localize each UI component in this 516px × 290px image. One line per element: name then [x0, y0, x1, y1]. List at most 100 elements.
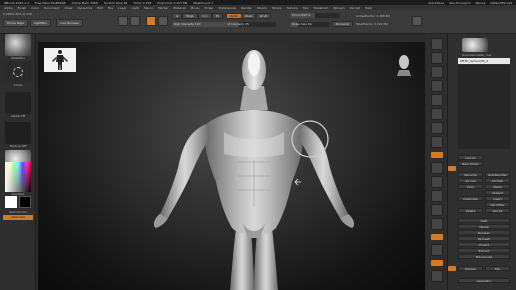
del-other-button[interactable]: Del Other — [485, 202, 510, 207]
floor-icon[interactable] — [431, 136, 443, 148]
menu-zscript[interactable]: Zscript — [350, 6, 360, 10]
merge-menu[interactable]: Merge — [458, 224, 510, 229]
menu-color[interactable]: Color — [31, 6, 39, 10]
menu-transform[interactable]: Transform — [313, 6, 328, 10]
flip-button[interactable]: Flip — [485, 266, 510, 271]
rename-button[interactable]: Rename — [458, 172, 483, 177]
menu-preferences[interactable]: Preferences — [218, 6, 236, 10]
dynamic-subdiv-toggle[interactable] — [448, 266, 456, 271]
menu-texture[interactable]: Texture — [287, 6, 298, 10]
frame-icon[interactable] — [431, 176, 443, 188]
local-icon[interactable] — [431, 152, 443, 158]
menu-alpha[interactable]: Alpha — [4, 6, 13, 10]
new-folder-button[interactable]: New Folder — [458, 161, 483, 166]
zoom-view-icon[interactable] — [431, 204, 443, 216]
insert-button[interactable]: Insert — [485, 196, 510, 201]
extract-menu[interactable]: Extract — [458, 248, 510, 253]
dynamic-button[interactable]: Dynamic — [332, 21, 354, 27]
append-button[interactable]: Append — [485, 190, 510, 195]
menu-movie[interactable]: Movie — [191, 6, 200, 10]
xyz-icon[interactable] — [431, 162, 443, 174]
menu-help[interactable]: Help — [365, 6, 372, 10]
menu-document[interactable]: Document — [44, 6, 60, 10]
stroke-thumbnail[interactable] — [5, 61, 31, 83]
xpose-icon[interactable] — [431, 270, 443, 282]
project-menu[interactable]: Project — [458, 242, 510, 247]
menu-stencil[interactable]: Stencil — [257, 6, 267, 10]
move-icon[interactable] — [146, 16, 156, 26]
alpha-thumbnail[interactable] — [5, 92, 31, 114]
geometry-menu[interactable]: Geometry — [458, 278, 510, 283]
copy-button[interactable]: Copy — [458, 184, 483, 189]
scale-icon[interactable] — [158, 16, 168, 26]
draw-size-slider[interactable]: Draw Size 64 — [290, 22, 330, 27]
menu-picker[interactable]: Picker — [205, 6, 214, 10]
menu-edit[interactable]: Edit — [97, 6, 103, 10]
tool-thumbnail[interactable] — [462, 38, 488, 52]
menu-zplugin[interactable]: Zplugin — [333, 6, 344, 10]
all-low-button[interactable]: All Low — [458, 178, 483, 183]
zsub-toggle[interactable]: Zsub — [241, 13, 257, 19]
duplicate-button[interactable]: Duplicate — [458, 196, 483, 201]
menu-draw[interactable]: Draw — [65, 6, 73, 10]
z-intensity-slider[interactable]: Z Intensity 25 — [226, 22, 276, 27]
main-color-swatch[interactable] — [5, 196, 17, 208]
focal-shift-slider[interactable]: Focal Shift 0 — [290, 13, 340, 18]
delete-button[interactable]: Delete — [458, 208, 483, 213]
subtool-row-active[interactable]: PM3D_Sphere3D_2 — [458, 58, 510, 64]
menu-marker[interactable]: Marker — [158, 6, 168, 10]
menu-render[interactable]: Render — [241, 6, 252, 10]
mrgb-toggle[interactable]: Mrgb — [182, 13, 198, 19]
subtool-toggle[interactable] — [448, 166, 456, 171]
secondary-color-swatch[interactable] — [19, 196, 31, 208]
switch-color-label[interactable]: SwitchColor — [0, 210, 36, 214]
actual-icon[interactable] — [431, 94, 443, 106]
polyf-icon[interactable] — [431, 234, 443, 240]
canvas-viewport[interactable] — [38, 42, 425, 290]
list-all-button[interactable]: List All — [458, 155, 483, 160]
solo-icon[interactable] — [431, 260, 443, 266]
paste-button[interactable]: Paste — [485, 184, 510, 189]
polygroups-menu[interactable]: Polygroups — [458, 254, 510, 259]
all-high-button[interactable]: All High — [485, 178, 510, 183]
persp-icon[interactable] — [431, 122, 443, 134]
move-view-icon[interactable] — [431, 190, 443, 202]
autoreorder-button[interactable]: AutoReorder — [485, 172, 510, 177]
menu-file[interactable]: File — [108, 6, 113, 10]
menu-macro[interactable]: Macro — [144, 6, 153, 10]
texture-thumbnail[interactable] — [5, 122, 31, 144]
remesh-menu[interactable]: Remesh — [458, 236, 510, 241]
menu-layer[interactable]: Layer — [118, 6, 126, 10]
boolean-menu[interactable]: Boolean — [458, 230, 510, 235]
bpr-icon[interactable] — [431, 38, 443, 50]
a-toggle[interactable]: A — [172, 13, 183, 19]
human-figure-model[interactable] — [38, 42, 425, 290]
rgb-intensity-slider[interactable]: Rgb Intensity 100 — [172, 22, 232, 27]
menu-brush[interactable]: Brush — [18, 6, 27, 10]
color-picker[interactable] — [5, 162, 31, 192]
brush-thumbnail[interactable] — [5, 34, 31, 56]
del-all-button[interactable]: Del All — [485, 208, 510, 213]
lightbox-button[interactable]: LightBox — [30, 19, 52, 27]
menu-tool[interactable]: Tool — [302, 6, 308, 10]
subtool-list[interactable] — [458, 65, 510, 149]
zadd-toggle[interactable]: Zadd — [226, 13, 242, 19]
live-boolean-button[interactable]: Live Boolean — [56, 19, 84, 27]
aahalf-icon[interactable] — [431, 108, 443, 120]
alternate-button[interactable]: Alternate — [3, 215, 33, 220]
menu-light[interactable]: Light — [131, 6, 139, 10]
preview-thumbnail[interactable] — [44, 48, 76, 72]
symmetry-icon[interactable] — [412, 16, 422, 26]
menu-dynamics[interactable]: Dynamics — [77, 6, 92, 10]
menu-material[interactable]: Material — [173, 6, 185, 10]
split-menu[interactable]: Split — [458, 218, 510, 223]
transp-icon[interactable] — [431, 244, 443, 256]
double-button[interactable]: Double — [458, 266, 483, 271]
scroll-icon[interactable] — [431, 66, 443, 78]
spix-icon[interactable] — [431, 52, 443, 64]
home-page-button[interactable]: Home Page — [3, 19, 29, 27]
zcut-toggle[interactable]: Zcut — [256, 13, 271, 19]
draw-icon[interactable] — [130, 16, 140, 26]
rgb-toggle[interactable]: Rgb — [198, 13, 212, 19]
m-toggle[interactable]: M — [212, 13, 223, 19]
